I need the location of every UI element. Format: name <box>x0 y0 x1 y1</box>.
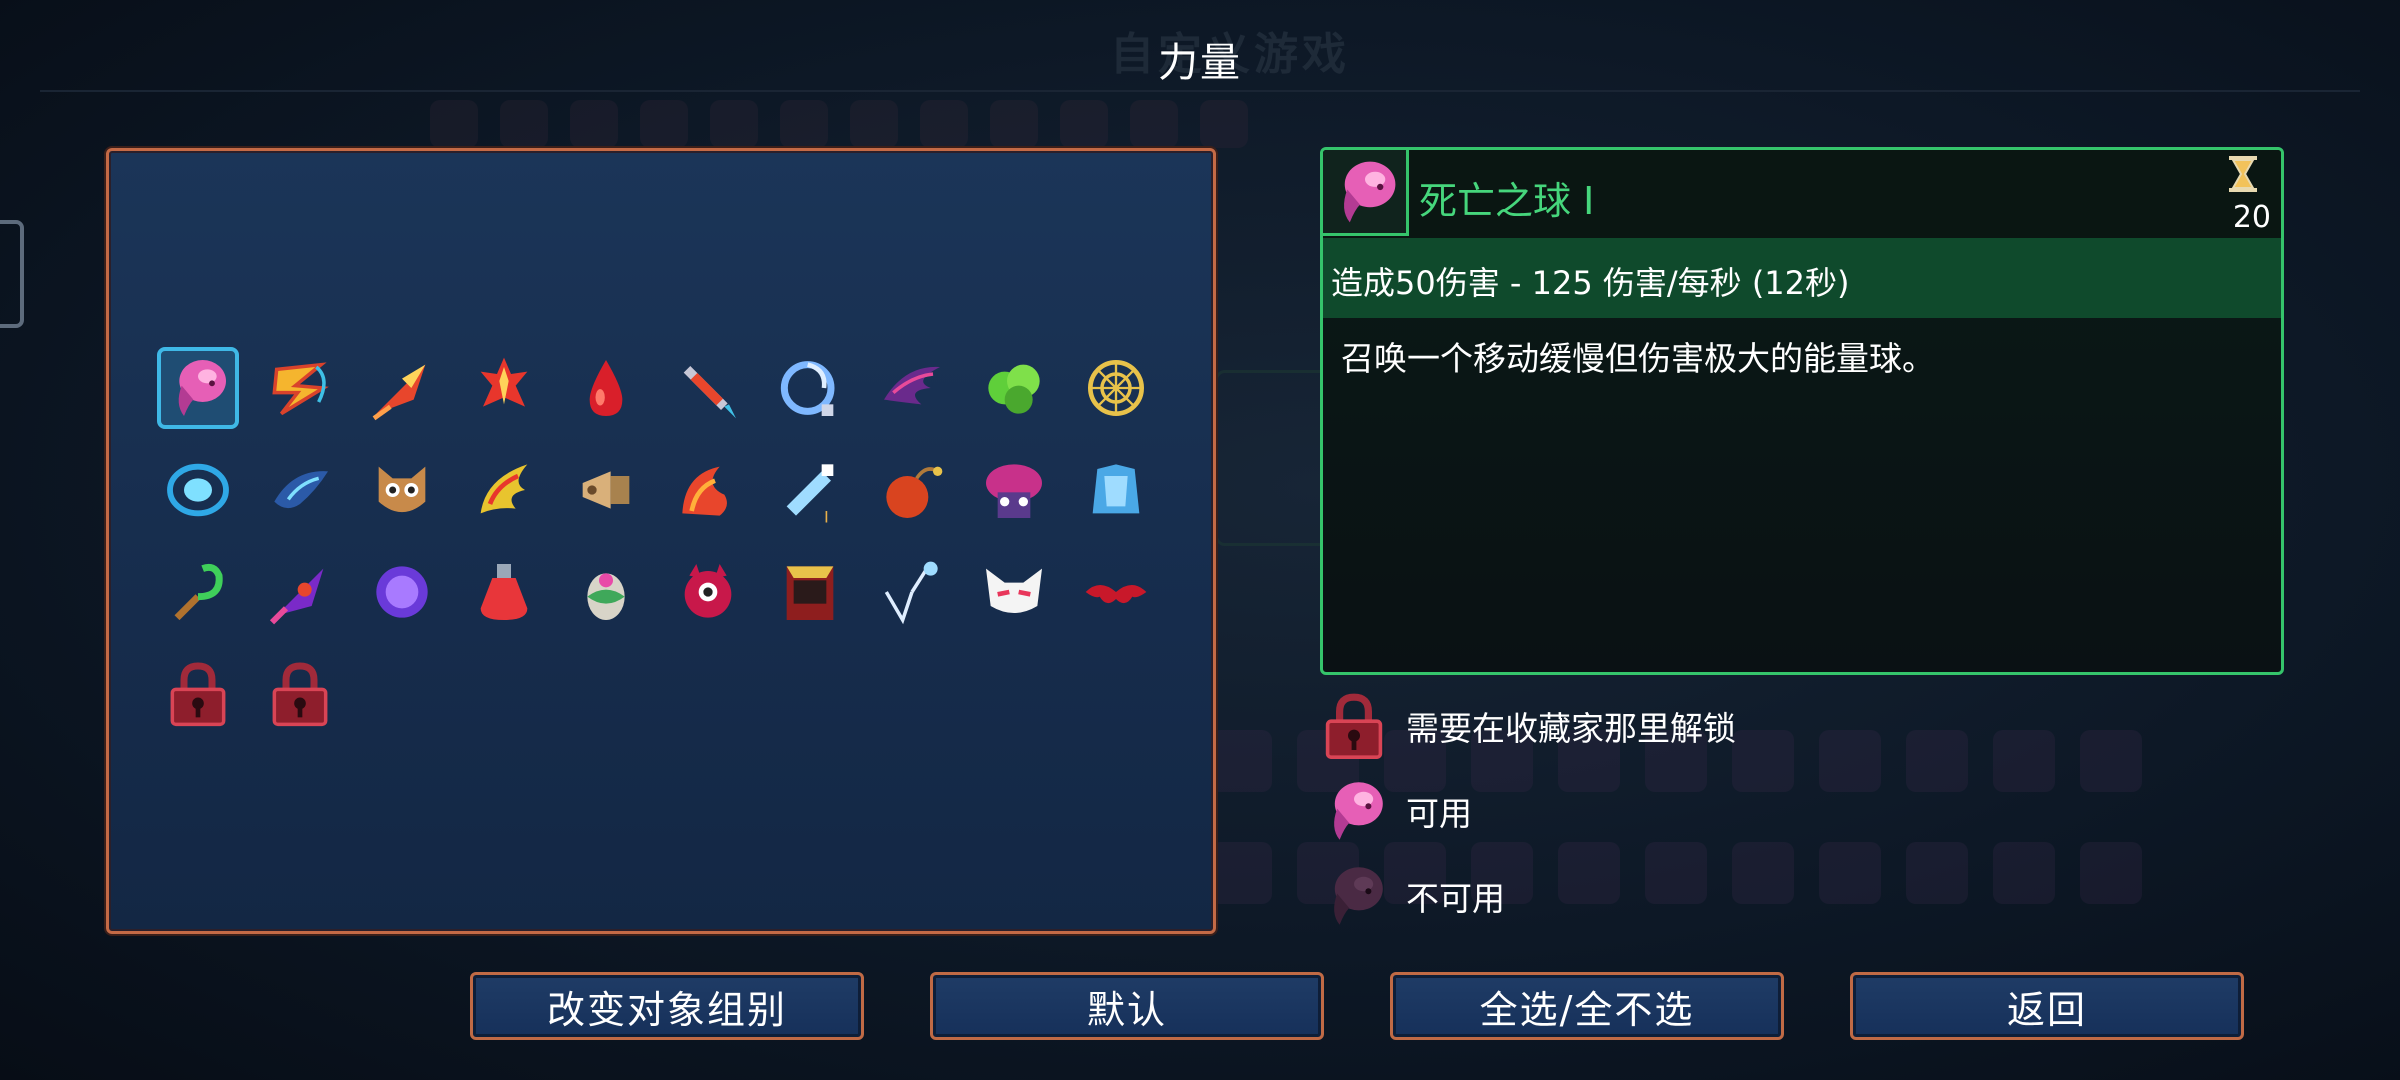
lock-icon <box>1325 693 1383 759</box>
power-slot[interactable] <box>667 347 749 429</box>
fire-wing-icon <box>480 464 528 514</box>
rocket-icon <box>683 366 736 419</box>
legend-unavailable: 不可用 <box>1318 860 1505 932</box>
gem-egg-icon <box>587 573 625 620</box>
legend-unavailable-label: 不可用 <box>1406 879 1505 918</box>
power-slot[interactable] <box>667 551 749 633</box>
details-icon-frame <box>1323 150 1409 236</box>
power-slot[interactable] <box>259 551 341 633</box>
meteor-arrow-icon <box>372 364 426 421</box>
power-slot[interactable] <box>565 449 647 531</box>
gold-web-icon <box>1088 360 1144 416</box>
lock-icon <box>272 662 328 727</box>
power-slot[interactable] <box>259 347 341 429</box>
lock-icon <box>170 662 226 727</box>
power-slot[interactable] <box>361 347 443 429</box>
default-button[interactable]: 默认 <box>930 972 1324 1040</box>
power-slot[interactable] <box>769 347 851 429</box>
power-slot[interactable] <box>259 653 341 735</box>
power-slot[interactable] <box>1075 551 1157 633</box>
ice-shards-icon <box>884 561 938 625</box>
damage-text: 造成50伤害 - 125 伤害/每秒 (12秒) <box>1331 264 1850 302</box>
power-slot[interactable] <box>157 449 239 531</box>
power-slot[interactable] <box>667 449 749 531</box>
power-slot[interactable] <box>157 347 239 429</box>
power-slot[interactable] <box>463 347 545 429</box>
background-divider <box>40 90 2360 92</box>
ice-armor-icon <box>1092 464 1140 514</box>
death-orb-icon <box>1343 161 1395 222</box>
change-group-button[interactable]: 改变对象组别 <box>470 972 864 1040</box>
bomb-icon <box>886 466 943 518</box>
power-grid: I <box>157 347 1157 735</box>
power-slot[interactable] <box>871 449 953 531</box>
power-slot[interactable] <box>973 449 1055 531</box>
red-potion-icon <box>480 564 528 620</box>
svg-text:I: I <box>824 508 829 525</box>
power-slot[interactable] <box>157 653 239 735</box>
page-title: 力量 <box>1158 40 1242 86</box>
legend-available-label: 可用 <box>1406 794 1472 833</box>
death-orb-dim-icon <box>1334 867 1383 925</box>
power-slot[interactable] <box>361 551 443 633</box>
power-slot[interactable] <box>157 551 239 633</box>
power-slot[interactable]: I <box>769 449 851 531</box>
shadow-claw-icon <box>884 366 940 405</box>
cat-mask-icon <box>986 568 1042 613</box>
power-slot[interactable] <box>1075 347 1157 429</box>
purple-rocket-icon <box>269 568 324 625</box>
eye-demon-icon <box>684 564 732 618</box>
power-slot[interactable] <box>361 449 443 531</box>
death-orb-icon <box>1334 782 1383 840</box>
bat-icon <box>1085 585 1147 604</box>
purple-orb-icon <box>376 566 428 618</box>
crystal-potion-icon: I <box>786 464 834 525</box>
blood-drop-icon <box>589 360 623 416</box>
ice-orb-icon <box>780 361 835 416</box>
power-description: 召唤一个移动缓慢但伤害极大的能量球。 <box>1341 339 1935 378</box>
power-slot[interactable] <box>463 449 545 531</box>
hourglass-icon <box>2229 156 2257 192</box>
power-slot[interactable] <box>1075 449 1157 531</box>
megaphone-icon <box>582 471 630 509</box>
power-slot[interactable] <box>565 551 647 633</box>
details-header: 死亡之球 I 20 <box>1323 150 2281 238</box>
power-details-panel: 死亡之球 I 20 造成50伤害 - 125 伤害/每秒 (12秒) 召唤一个移… <box>1320 147 2284 675</box>
power-name: 死亡之球 I <box>1419 179 1595 223</box>
spellbook-icon <box>786 566 834 620</box>
owl-mask-icon <box>378 466 426 513</box>
mushroom-monster-icon <box>986 464 1042 518</box>
power-selector-panel: I <box>106 148 1216 934</box>
power-slot[interactable] <box>565 347 647 429</box>
select-all-button[interactable]: 全选/全不选 <box>1390 972 1784 1040</box>
back-button[interactable]: 返回 <box>1850 972 2244 1040</box>
power-slot[interactable] <box>769 551 851 633</box>
power-slot[interactable] <box>871 347 953 429</box>
death-orb-icon <box>178 360 226 416</box>
flame-wave-icon <box>682 466 727 516</box>
legend-locked: 需要在收藏家那里解锁 <box>1318 690 1736 762</box>
lightning-ring-icon <box>272 362 329 416</box>
legend-available: 可用 <box>1318 775 1472 847</box>
power-slot[interactable] <box>871 551 953 633</box>
poison-cloud-icon <box>988 364 1040 414</box>
legend-locked-label: 需要在收藏家那里解锁 <box>1406 709 1736 748</box>
fish-blade-icon <box>274 471 328 509</box>
fire-cross-icon <box>480 357 528 407</box>
power-slot[interactable] <box>463 551 545 633</box>
wind-vortex-icon <box>167 463 229 517</box>
power-slot[interactable] <box>973 551 1055 633</box>
side-tab-handle[interactable] <box>0 220 24 328</box>
damage-bar: 造成50伤害 - 125 伤害/每秒 (12秒) <box>1323 238 2281 318</box>
power-slot[interactable] <box>973 347 1055 429</box>
green-hook-icon <box>174 563 223 621</box>
cooldown-value: 20 <box>2232 200 2271 235</box>
power-slot[interactable] <box>259 449 341 531</box>
